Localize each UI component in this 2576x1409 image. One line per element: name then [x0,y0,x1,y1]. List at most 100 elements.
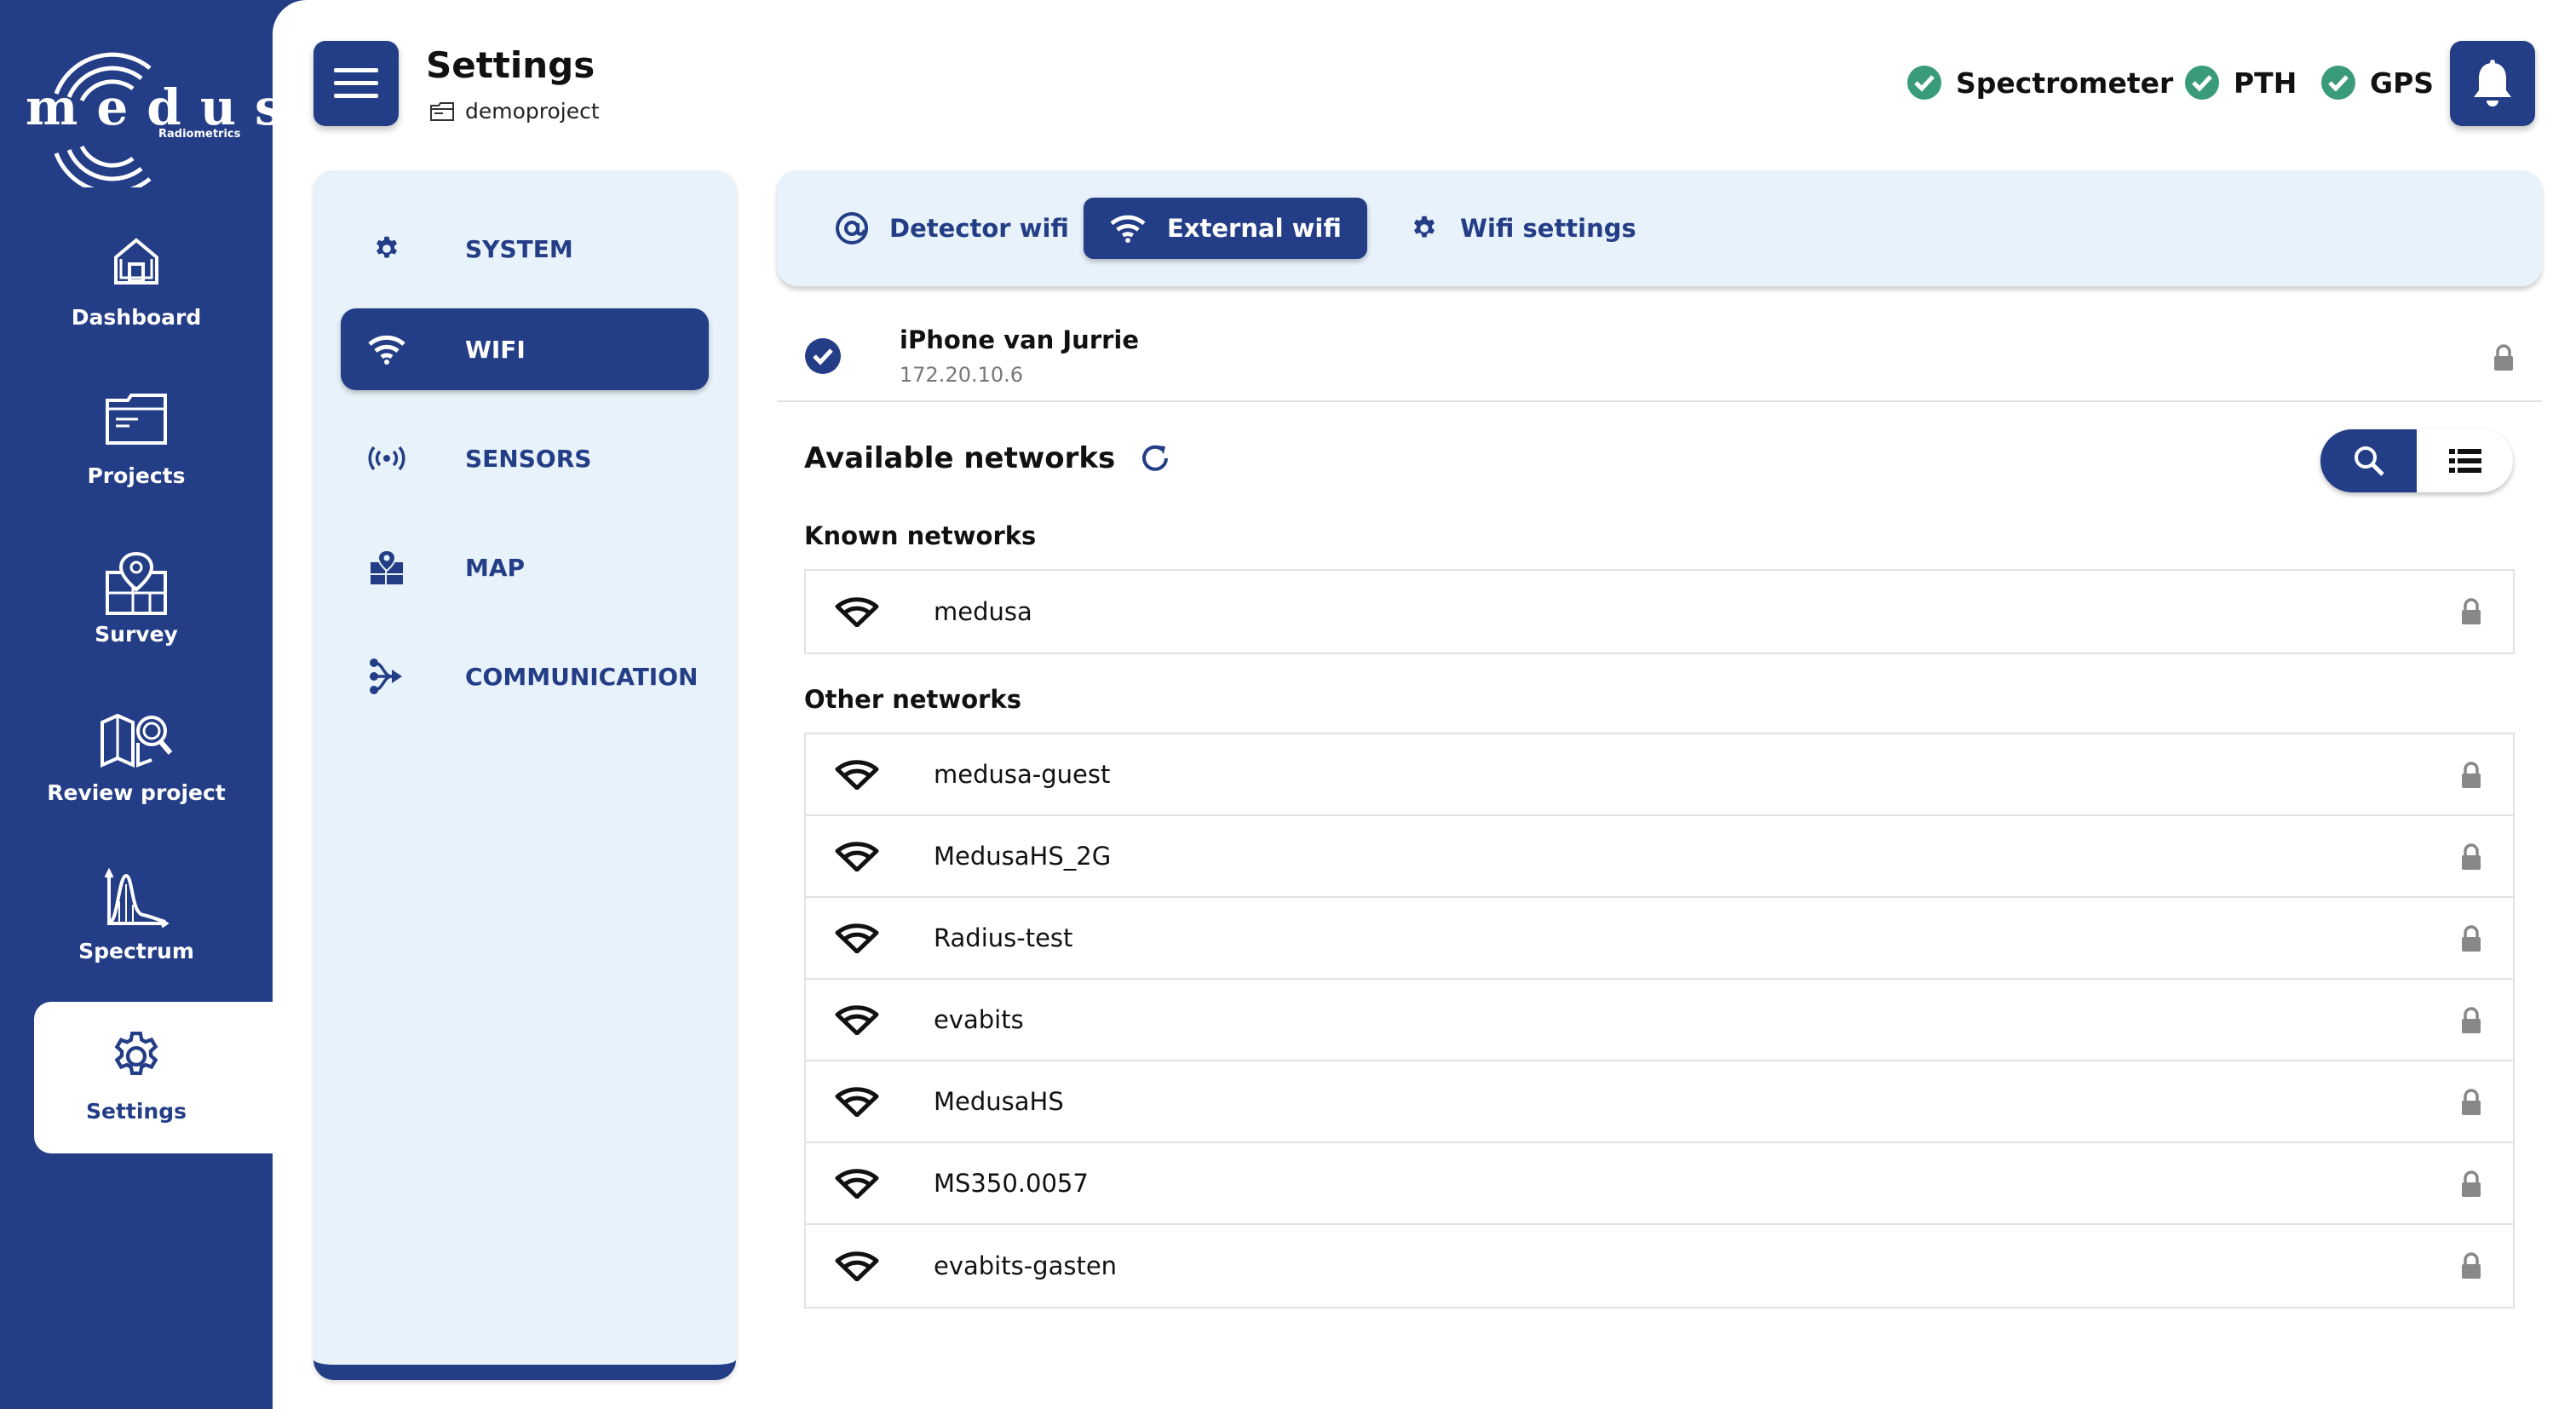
side-rail: medusa Radiometrics Dashboard Projects S… [0,0,333,1409]
notifications-button[interactable] [2450,41,2535,126]
rail-label: Survey [95,622,178,647]
rail-label: Settings [85,1099,187,1124]
map-search-icon [34,709,239,770]
network-name: evabits [934,1005,1024,1034]
network-name: evabits-gasten [934,1251,1118,1280]
rail-label: Review project [47,780,226,805]
network-row[interactable]: evabits-gasten [806,1225,2513,1307]
view-toggle [2320,429,2513,492]
status-spectrometer: Spectrometer [1906,65,2173,101]
known-networks-list: medusa [804,569,2515,654]
lock-icon [2494,344,2513,371]
nav-item-sensors[interactable]: SENSORS [341,417,709,499]
network-row[interactable]: MS350.0057 [806,1143,2513,1225]
menu-button[interactable] [313,41,399,126]
wifi-signal-icon [831,1086,883,1117]
check-circle-icon [805,338,841,374]
network-name: medusa-guest [934,760,1111,789]
lock-icon [2460,1170,2482,1198]
rail-item-projects[interactable]: Projects [34,366,273,516]
network-row[interactable]: MedusaHS_2G [806,816,2513,898]
list-view-button[interactable] [2417,429,2513,492]
status-pth: PTH [2184,65,2297,101]
connected-network[interactable]: iPhone van Jurrie 172.20.10.6 [777,310,2542,402]
lock-icon [2460,843,2482,871]
gear-icon [1414,216,1435,238]
hamburger-icon [334,68,378,98]
share-icon [361,657,412,696]
gear-icon [34,1027,239,1085]
rail-item-survey[interactable]: Survey [34,525,273,675]
network-name: MS350.0057 [934,1169,1089,1198]
lock-icon [2460,1089,2482,1116]
map-icon [361,549,412,586]
available-networks-heading: Available networks [804,441,1171,475]
network-name: MedusaHS [934,1087,1064,1116]
folder-icon [34,392,239,446]
at-icon [836,212,868,244]
connected-network-ip: 172.20.10.6 [900,363,1024,387]
nav-item-map[interactable]: MAP [341,526,709,608]
gear-icon [361,233,412,264]
tab-detector-wifi[interactable]: Detector wifi [809,198,1095,259]
search-button[interactable] [2320,429,2417,492]
network-row[interactable]: evabits [806,980,2513,1061]
lock-icon [2460,762,2482,789]
network-row[interactable]: medusa-guest [806,734,2513,816]
known-networks-heading: Known networks [804,521,1037,550]
wifi-icon [1110,215,1146,243]
status-gps: GPS [2320,65,2434,101]
wifi-signal-icon [831,1251,883,1281]
tab-external-wifi[interactable]: External wifi [1084,198,1367,259]
rail-item-dashboard[interactable]: Dashboard [34,208,273,358]
page-title: Settings [426,44,595,86]
rail-item-settings[interactable]: Settings [34,1002,273,1153]
lock-icon [2460,925,2482,952]
lock-icon [2460,598,2482,625]
spectrum-chart-icon [34,867,239,932]
wifi-tabs: Detector wifi External wifi Wifi setting… [777,170,2542,286]
rail-item-spectrum[interactable]: Spectrum [34,842,273,992]
rail-label: Projects [87,463,186,488]
folder-icon [430,101,454,121]
nav-item-system[interactable]: SYSTEM [341,208,709,290]
check-circle-icon [2321,66,2355,100]
rail-label: Spectrum [78,939,194,963]
wifi-signal-icon [831,1004,883,1035]
refresh-icon[interactable] [1139,442,1171,474]
network-row[interactable]: MedusaHS [806,1061,2513,1143]
map-pin-icon [34,550,239,618]
medusa-logo: medusa Radiometrics [22,34,333,187]
nav-item-communication[interactable]: COMMUNICATION [341,635,709,717]
nav-item-wifi[interactable]: WIFI [341,308,709,390]
wifi-signal-icon [831,596,883,627]
search-icon [2354,446,2384,476]
rail-label: Dashboard [71,305,202,330]
project-indicator: demoproject [429,99,600,124]
rail-item-review-project[interactable]: Review project [34,683,273,833]
lock-icon [2460,1007,2482,1034]
wifi-icon [361,334,412,365]
other-networks-heading: Other networks [804,685,1021,714]
network-name: Radius-test [934,923,1073,952]
tab-wifi-settings[interactable]: Wifi settings [1383,198,1662,259]
project-name: demoproject [465,99,600,124]
logo-subtitle: Radiometrics [158,128,241,141]
bell-icon [2474,60,2511,106]
wifi-signal-icon [831,841,883,871]
other-networks-list: medusa-guest MedusaHS_2G Radius-test evabit… [804,733,2515,1308]
list-icon [2448,449,2481,473]
check-circle-icon [1907,66,1941,100]
lock-icon [2460,1252,2482,1280]
home-icon [34,233,239,288]
wifi-signal-icon [831,759,883,790]
broadcast-icon [361,446,412,471]
settings-nav: SYSTEM WIFI SENSORS MAP COMMUNICATION [313,170,736,1380]
network-row[interactable]: medusa [806,571,2513,653]
network-row[interactable]: Radius-test [806,898,2513,980]
check-circle-icon [2185,66,2219,100]
wifi-signal-icon [831,1168,883,1199]
wifi-signal-icon [831,923,883,953]
connected-network-name: iPhone van Jurrie [900,325,1140,354]
network-name: MedusaHS_2G [934,842,1112,871]
